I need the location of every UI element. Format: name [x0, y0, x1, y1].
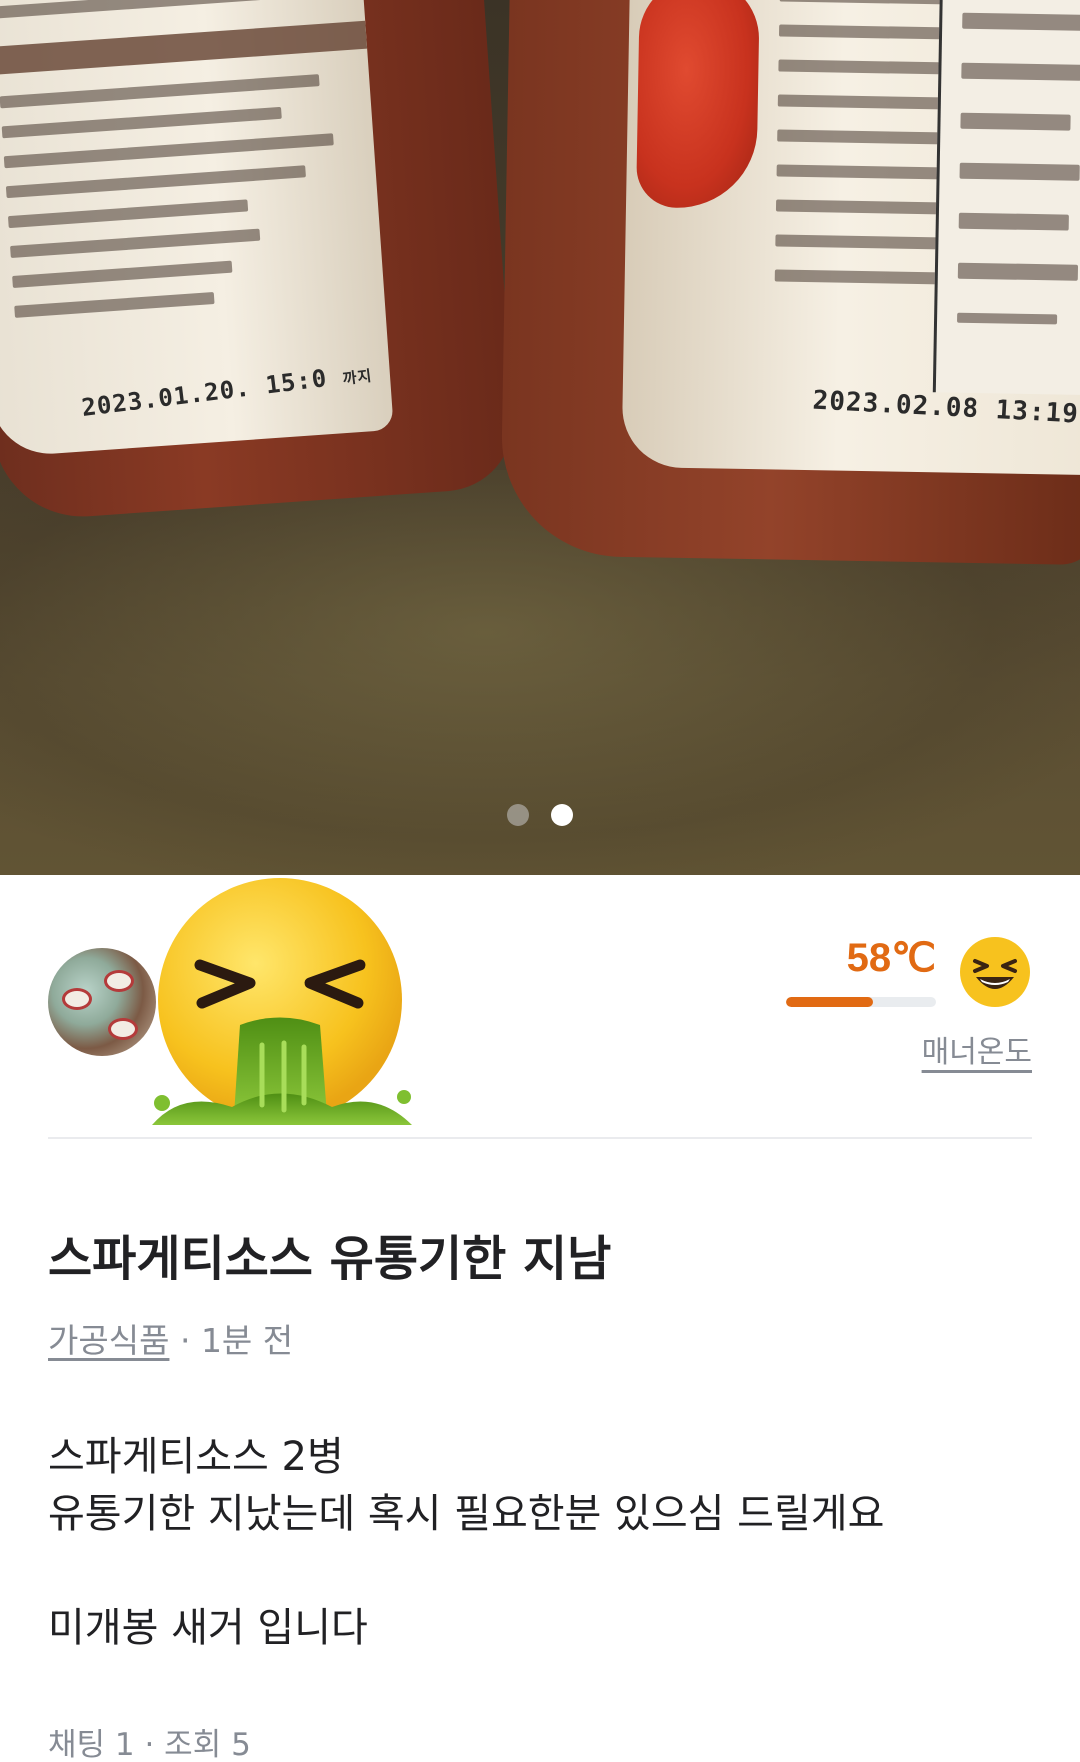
post-stats: 채팅 1 · 조회 5 — [48, 1727, 251, 1762]
manner-temp-fill — [786, 997, 873, 1007]
post-title: 스파게티소스 유통기한 지남 — [48, 1231, 612, 1287]
carousel-dot-1[interactable] — [507, 804, 529, 826]
carousel-dot-2[interactable] — [551, 804, 573, 826]
meta-separator: · — [169, 1321, 201, 1360]
divider — [48, 1137, 1032, 1139]
post-body: 스파게티소스 2병 유통기한 지났는데 혹시 필요한분 있으심 드릴게요 미개봉… — [48, 1434, 885, 1651]
left-jar-date: 2023.01.20. 15:0 — [80, 364, 329, 423]
left-jar-date-suffix: 까지 — [341, 366, 374, 389]
manner-temp-value: 58℃ — [846, 936, 936, 980]
product-photo-carousel[interactable]: 2023.01.20. 15:0 까지 2023.02.08 13:19 — [0, 0, 1080, 875]
jar-label-right: 2023.02.08 13:19 — [621, 0, 1080, 476]
category-link[interactable]: 가공식품 — [48, 1321, 169, 1360]
manner-temperature[interactable]: 58℃ 매너온도 — [782, 935, 1032, 1075]
jar-label-left: 2023.01.20. 15:0 까지 — [0, 0, 394, 458]
manner-temp-label[interactable]: 매너온도 — [922, 1027, 1032, 1071]
seller-profile[interactable]: 58℃ 매너온도 — [48, 875, 1032, 1137]
post-time: 1분 전 — [200, 1321, 294, 1360]
laughing-face-icon — [960, 937, 1030, 1007]
nutrition-facts-panel — [932, 0, 1080, 396]
sauce-jar-right: 2023.02.08 13:19 — [499, 0, 1080, 566]
chili-pepper-graphic — [635, 0, 760, 210]
sauce-jar-left: 2023.01.20. 15:0 까지 — [0, 0, 519, 523]
post-meta: 가공식품 · 1분 전 — [48, 1314, 293, 1362]
vomiting-face-icon — [152, 878, 412, 1125]
carousel-indicator — [0, 804, 1080, 826]
manner-temp-bar — [786, 997, 936, 1007]
